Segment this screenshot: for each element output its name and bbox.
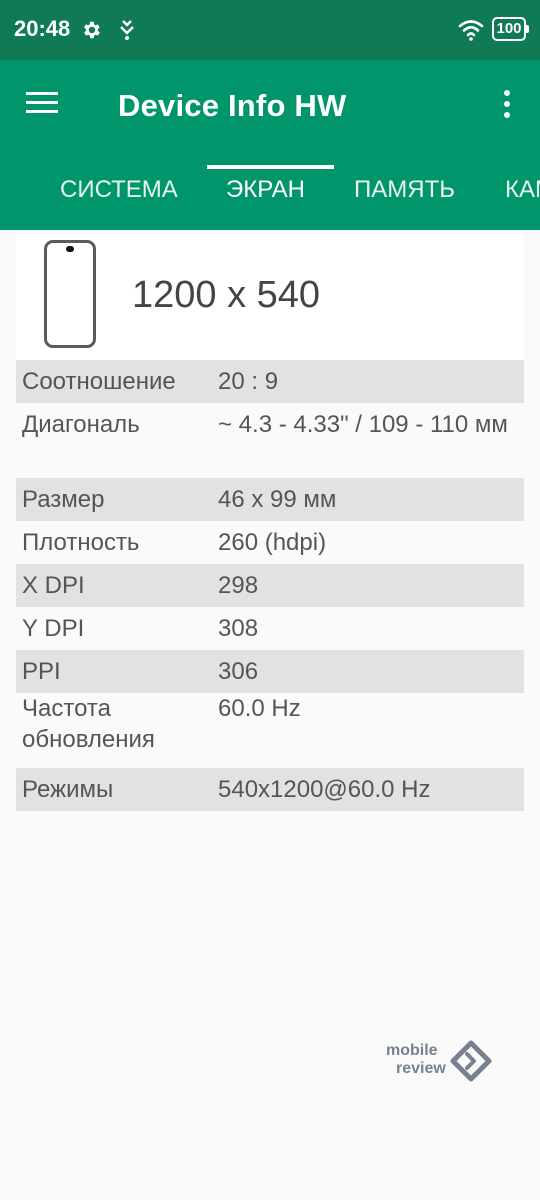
diamond-logo-icon [450,1040,492,1082]
row-label: PPI [22,658,61,685]
table-row: Частота обновления 60.0 Hz [16,693,524,768]
row-label: Y DPI [22,615,85,642]
battery-icon: 100 [492,17,529,41]
mobile-review-watermark: mobile review [386,1040,496,1084]
notification-icon [120,20,134,40]
row-value: 46 x 99 мм [218,486,337,513]
resolution-card: 1200 x 540 [16,232,524,360]
row-label: Соотношение [22,368,176,395]
table-row: Плотность 260 (hdpi) [16,521,524,564]
row-value: 306 [218,658,259,685]
app-bar: Device Info HW СИСТЕМА ЭКРАН ПАМЯТЬ КАМЕ… [0,60,540,230]
row-value: 260 (hdpi) [218,529,327,556]
tab-screen[interactable]: ЭКРАН [226,176,305,204]
row-value: 298 [218,572,259,599]
status-bar: 20:48 100 [0,0,540,60]
table-row: Режимы 540x1200@60.0 Hz [16,768,524,811]
screen-info-panel: 1200 x 540 Соотношение 20 : 9 Диагональ … [16,232,524,811]
watermark-line1: mobile [386,1042,438,1059]
tab-bar: СИСТЕМА ЭКРАН ПАМЯТЬ КАМЕРА [0,160,540,230]
row-label: Режимы [22,776,114,803]
status-time: 20:48 [14,16,71,41]
row-value: ~ 4.3 - 4.33" / 109 - 110 мм [218,411,508,438]
row-value: 308 [218,615,259,642]
row-label: Плотность [22,529,140,556]
smartphone-icon [44,240,96,348]
table-row: PPI 306 [16,650,524,693]
watermark-line2: review [396,1060,446,1077]
tab-memory[interactable]: ПАМЯТЬ [354,176,455,204]
app-title: Device Info HW [118,88,347,123]
row-value: 540x1200@60.0 Hz [218,776,431,803]
screen-resolution: 1200 x 540 [132,274,321,316]
table-row: Диагональ ~ 4.3 - 4.33" / 109 - 110 мм [16,403,524,478]
active-tab-indicator [207,165,334,169]
table-row: X DPI 298 [16,564,524,607]
more-vert-icon[interactable] [502,90,512,122]
row-label: Диагональ [22,411,140,438]
gear-icon [84,21,100,39]
table-row: Y DPI 308 [16,607,524,650]
row-label: Частота обновления [22,695,155,753]
tab-camera[interactable]: КАМЕРА [505,176,540,204]
row-value: 60.0 Hz [218,695,301,722]
table-row: Размер 46 x 99 мм [16,478,524,521]
row-value: 20 : 9 [218,368,279,395]
row-label: Размер [22,486,105,513]
table-row: Соотношение 20 : 9 [16,360,524,403]
tab-system[interactable]: СИСТЕМА [60,176,178,204]
wifi-icon [458,20,484,41]
hamburger-menu-icon[interactable] [26,92,62,120]
row-label: X DPI [22,572,85,599]
